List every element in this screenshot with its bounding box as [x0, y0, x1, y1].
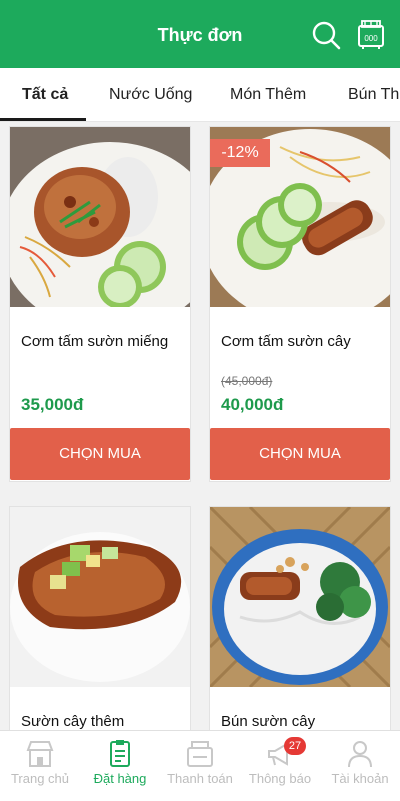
- nav-label: Tài khoản: [331, 771, 389, 786]
- nav-label: Đặt hàng: [93, 771, 147, 786]
- product-grid: Cơm tấm sườn miếng 35,000đ CHỌN MUA -12%…: [0, 122, 400, 730]
- product-image: [210, 507, 390, 687]
- app-header: Thực đơn 000: [0, 0, 400, 68]
- nav-account[interactable]: Tài khoản: [320, 731, 400, 801]
- active-tab-indicator: [0, 118, 86, 121]
- cart-icon[interactable]: 000: [356, 18, 386, 50]
- nav-label: Thông báo: [248, 771, 312, 786]
- nav-label: Trang chủ: [10, 771, 70, 786]
- product-name: Cơm tấm sườn miếng: [21, 333, 169, 350]
- discount-badge: -12%: [210, 139, 270, 167]
- tab-extras[interactable]: Món Thêm: [230, 68, 306, 121]
- nav-label: Thanh toán: [167, 771, 233, 786]
- user-icon: [348, 741, 372, 768]
- notification-count-badge: 27: [284, 737, 306, 755]
- original-price: (45,000đ): [221, 374, 273, 388]
- product-card[interactable]: -12% Cơm tấm sườn cây (45,000đ) 40,000đ …: [209, 126, 391, 482]
- cashier-icon: [187, 741, 213, 767]
- order-icon: [110, 740, 130, 767]
- tab-all[interactable]: Tất cả: [22, 68, 68, 121]
- buy-button[interactable]: CHỌN MUA: [10, 428, 190, 480]
- nav-order[interactable]: Đặt hàng: [80, 731, 160, 801]
- product-name: Sườn cây thêm: [21, 713, 125, 730]
- product-card[interactable]: Sườn cây thêm: [9, 506, 191, 730]
- bottom-navigation: Trang chủ Đặt hàng Thanh toán 27 Thông b…: [0, 730, 400, 800]
- product-price: 40,000đ: [221, 395, 284, 414]
- nav-home[interactable]: Trang chủ: [0, 731, 80, 801]
- product-name: Bún sườn cây: [221, 713, 316, 730]
- tab-drinks[interactable]: Nước Uống: [109, 68, 192, 121]
- nav-notifications[interactable]: 27 Thông báo: [240, 731, 320, 801]
- product-card[interactable]: Cơm tấm sườn miếng 35,000đ CHỌN MUA: [9, 126, 191, 482]
- search-icon[interactable]: [311, 20, 341, 50]
- category-tabs: Tất cả Nước Uống Món Thêm Bún Thị: [0, 68, 400, 122]
- product-price: 35,000đ: [21, 395, 84, 414]
- product-image: [10, 127, 190, 307]
- cart-count: 000: [364, 34, 378, 43]
- nav-payment[interactable]: Thanh toán: [160, 731, 240, 801]
- product-image: [10, 507, 190, 687]
- product-card[interactable]: Bún sườn cây: [209, 506, 391, 730]
- tab-bun-thit[interactable]: Bún Thị: [348, 68, 400, 121]
- buy-button[interactable]: CHỌN MUA: [210, 428, 390, 480]
- store-icon: [26, 741, 54, 767]
- product-name: Cơm tấm sườn cây: [221, 333, 351, 350]
